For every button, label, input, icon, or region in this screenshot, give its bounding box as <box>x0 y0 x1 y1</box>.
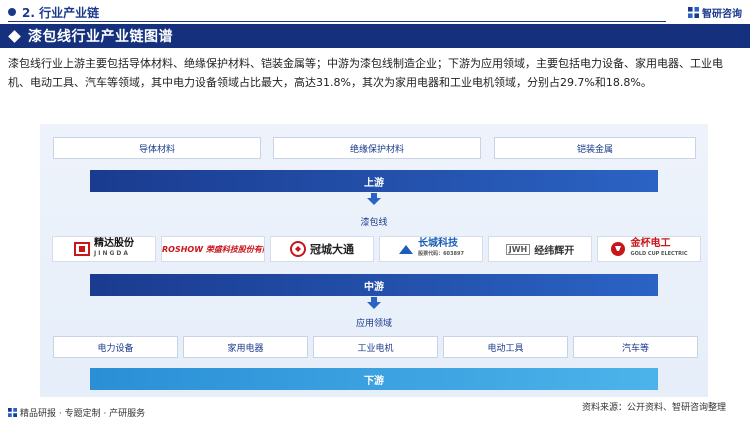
guancheng-name: 冠城大通 <box>310 243 354 256</box>
upstream-band: 上游 <box>90 170 658 192</box>
section-header: 2. 行业产业链 <box>8 4 99 20</box>
title-bar: 漆包线行业产业链图谱 <box>0 24 750 48</box>
brand-small-icon <box>8 408 17 417</box>
guancheng-logo-icon <box>290 241 306 257</box>
downstream-item-industrial-motor: 工业电机 <box>313 336 438 358</box>
roshow-name: ROSHOW 荣盛科技股份有限公司 <box>162 244 264 254</box>
jinbei-logo-icon <box>611 242 626 256</box>
brand-name: 智研咨询 <box>702 9 742 20</box>
changcheng-logo-icon <box>399 245 414 254</box>
jingda-sub: JINGDA <box>94 250 131 257</box>
brand-logo: 智研咨询 <box>688 5 742 20</box>
company-logo-jinbei: 金杯电工 GOLD CUP ELECTRIC <box>597 236 701 262</box>
header-divider <box>8 21 666 22</box>
upstream-item-insulation: 绝缘保护材料 <box>273 137 481 159</box>
section-title: 2. 行业产业链 <box>22 5 100 20</box>
jingda-logo-icon <box>74 242 90 256</box>
jingda-name: 精达股份 <box>94 238 134 249</box>
intro-paragraph: 漆包线行业上游主要包括导体材料、绝缘保护材料、铠装金属等；中游为漆包线制造企业；… <box>8 57 723 89</box>
downstream-item-power-equipment: 电力设备 <box>53 336 178 358</box>
jingwei-name: 经纬辉开 <box>534 245 575 257</box>
company-logo-roshow: ROSHOW 荣盛科技股份有限公司 <box>161 236 265 262</box>
brand-icon <box>688 7 699 18</box>
jinbei-name: 金杯电工 <box>630 238 671 249</box>
page-title: 漆包线行业产业链图谱 <box>28 29 173 45</box>
jingwei-sub: JWH <box>505 243 531 255</box>
midstream-band: 中游 <box>90 274 658 296</box>
changcheng-name: 长城科技 <box>418 238 459 249</box>
midstream-label: 漆包线 <box>360 218 388 228</box>
jinbei-sub: GOLD CUP ELECTRIC <box>630 251 688 257</box>
down-arrow-icon <box>367 198 381 205</box>
downstream-label: 应用领域 <box>355 319 392 329</box>
company-logo-jingwei: JWH 经纬辉开 <box>488 236 592 262</box>
company-logo-changcheng: 长城科技 股票代码：603897 <box>379 236 483 262</box>
upstream-item-conductor: 导体材料 <box>53 137 261 159</box>
source-note: 资料来源：公开资料、智研咨询整理 <box>581 403 726 413</box>
diamond-icon <box>8 29 21 43</box>
downstream-item-automobile: 汽车等 <box>573 336 698 358</box>
downstream-item-power-tool: 电动工具 <box>443 336 568 358</box>
bullet-dot-icon <box>8 8 16 16</box>
downstream-item-home-appliance: 家用电器 <box>183 336 308 358</box>
upstream-item-armor-metal: 铠装金属 <box>494 137 696 159</box>
downstream-band: 下游 <box>90 368 658 390</box>
footer-tagline-text: 精品研报 · 专题定制 · 产研服务 <box>20 409 146 419</box>
down-arrow-icon <box>367 302 381 309</box>
footer-tagline: 精品研报 · 专题定制 · 产研服务 <box>8 406 145 419</box>
changcheng-sub: 股票代码：603897 <box>418 251 464 257</box>
company-logo-jingda: 精达股份 JINGDA <box>52 236 156 262</box>
company-logo-guancheng: 冠城大通 <box>270 236 374 262</box>
